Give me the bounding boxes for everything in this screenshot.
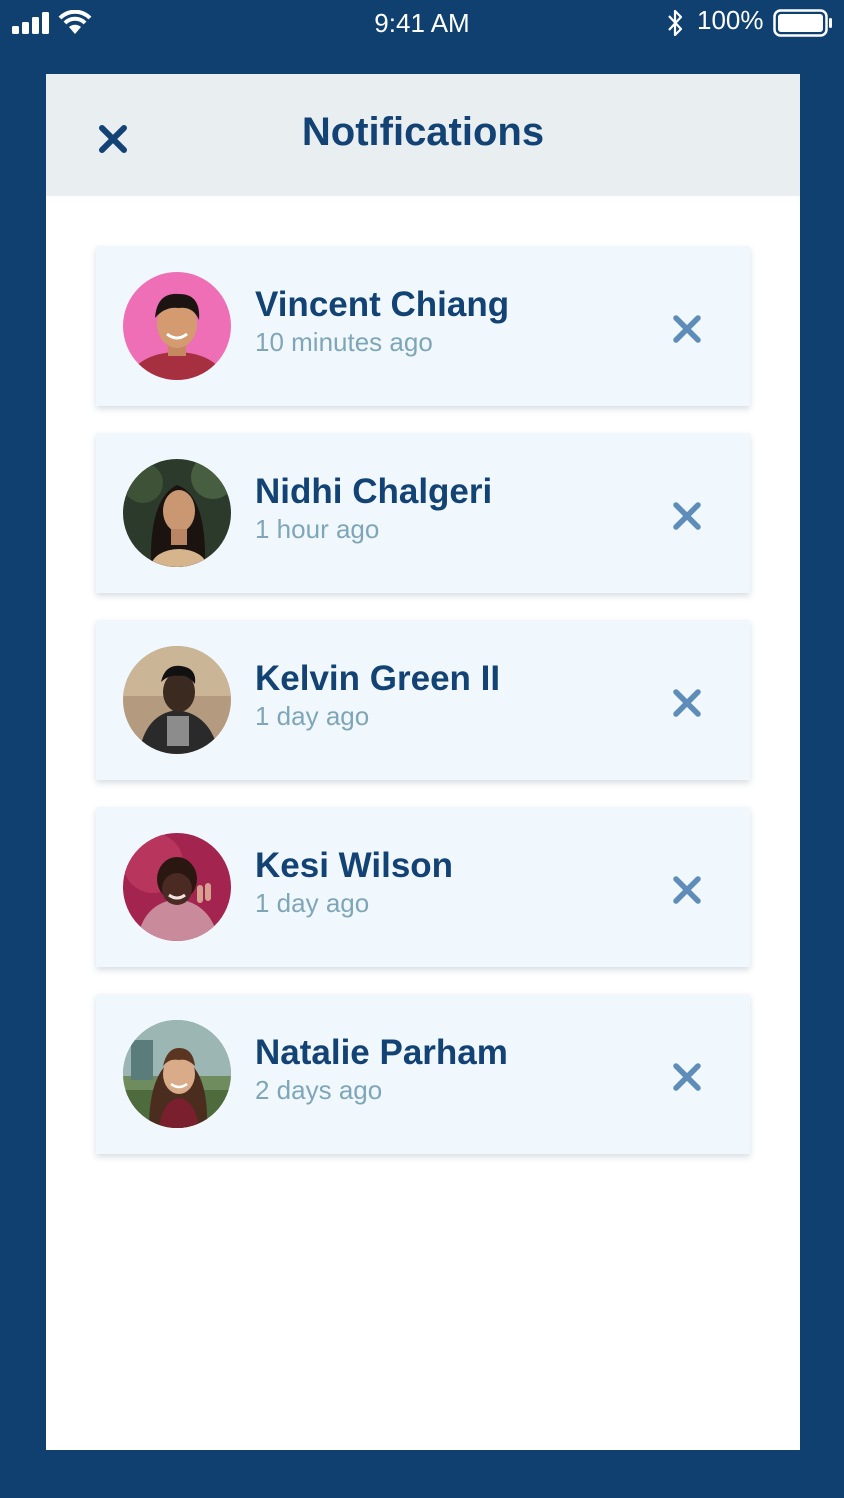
notification-time: 1 hour ago — [255, 514, 380, 544]
close-icon[interactable] — [671, 500, 703, 532]
battery-percent: 100% — [697, 5, 764, 35]
avatar — [123, 272, 231, 380]
notification-time: 1 day ago — [255, 701, 370, 731]
notification-text: Kelvin Green II 1 day ago — [255, 658, 655, 732]
notification-text: Nidhi Chalgeri 1 hour ago — [255, 471, 655, 545]
notification-name: Vincent Chiang — [255, 285, 510, 324]
close-icon[interactable] — [671, 1061, 703, 1093]
notification-name: Kesi Wilson — [255, 846, 454, 885]
bluetooth-icon — [668, 9, 683, 37]
avatar — [123, 1020, 231, 1128]
battery-icon — [773, 9, 832, 37]
panel-header: Notifications — [46, 74, 800, 196]
close-icon[interactable] — [671, 313, 703, 345]
notification-card[interactable]: Nidhi Chalgeri 1 hour ago — [96, 433, 750, 593]
avatar — [123, 459, 231, 567]
notification-name: Natalie Parham — [255, 1033, 508, 1072]
notification-text: Kesi Wilson 1 day ago — [255, 845, 655, 919]
notification-time: 2 days ago — [255, 1075, 383, 1105]
notification-name: Nidhi Chalgeri — [255, 472, 493, 511]
notification-time: 1 day ago — [255, 888, 370, 918]
notification-name: Kelvin Green II — [255, 659, 501, 698]
notification-time: 10 minutes ago — [255, 327, 433, 357]
page-title: Notifications — [301, 110, 545, 154]
close-icon[interactable] — [671, 874, 703, 906]
close-icon[interactable] — [671, 687, 703, 719]
notifications-panel: Notifications Vincent Chiang 10 minutes … — [46, 74, 800, 1450]
notification-card[interactable]: Vincent Chiang 10 minutes ago — [96, 246, 750, 406]
notification-list: Vincent Chiang 10 minutes ago Nidhi Chal… — [96, 246, 750, 1181]
notification-card[interactable]: Natalie Parham 2 days ago — [96, 994, 750, 1154]
status-bar: 9:41 AM 100% — [0, 0, 844, 46]
notification-text: Natalie Parham 2 days ago — [255, 1032, 655, 1106]
notification-card[interactable]: Kesi Wilson 1 day ago — [96, 807, 750, 967]
notification-text: Vincent Chiang 10 minutes ago — [255, 284, 655, 358]
avatar — [123, 833, 231, 941]
notification-card[interactable]: Kelvin Green II 1 day ago — [96, 620, 750, 780]
avatar — [123, 646, 231, 754]
